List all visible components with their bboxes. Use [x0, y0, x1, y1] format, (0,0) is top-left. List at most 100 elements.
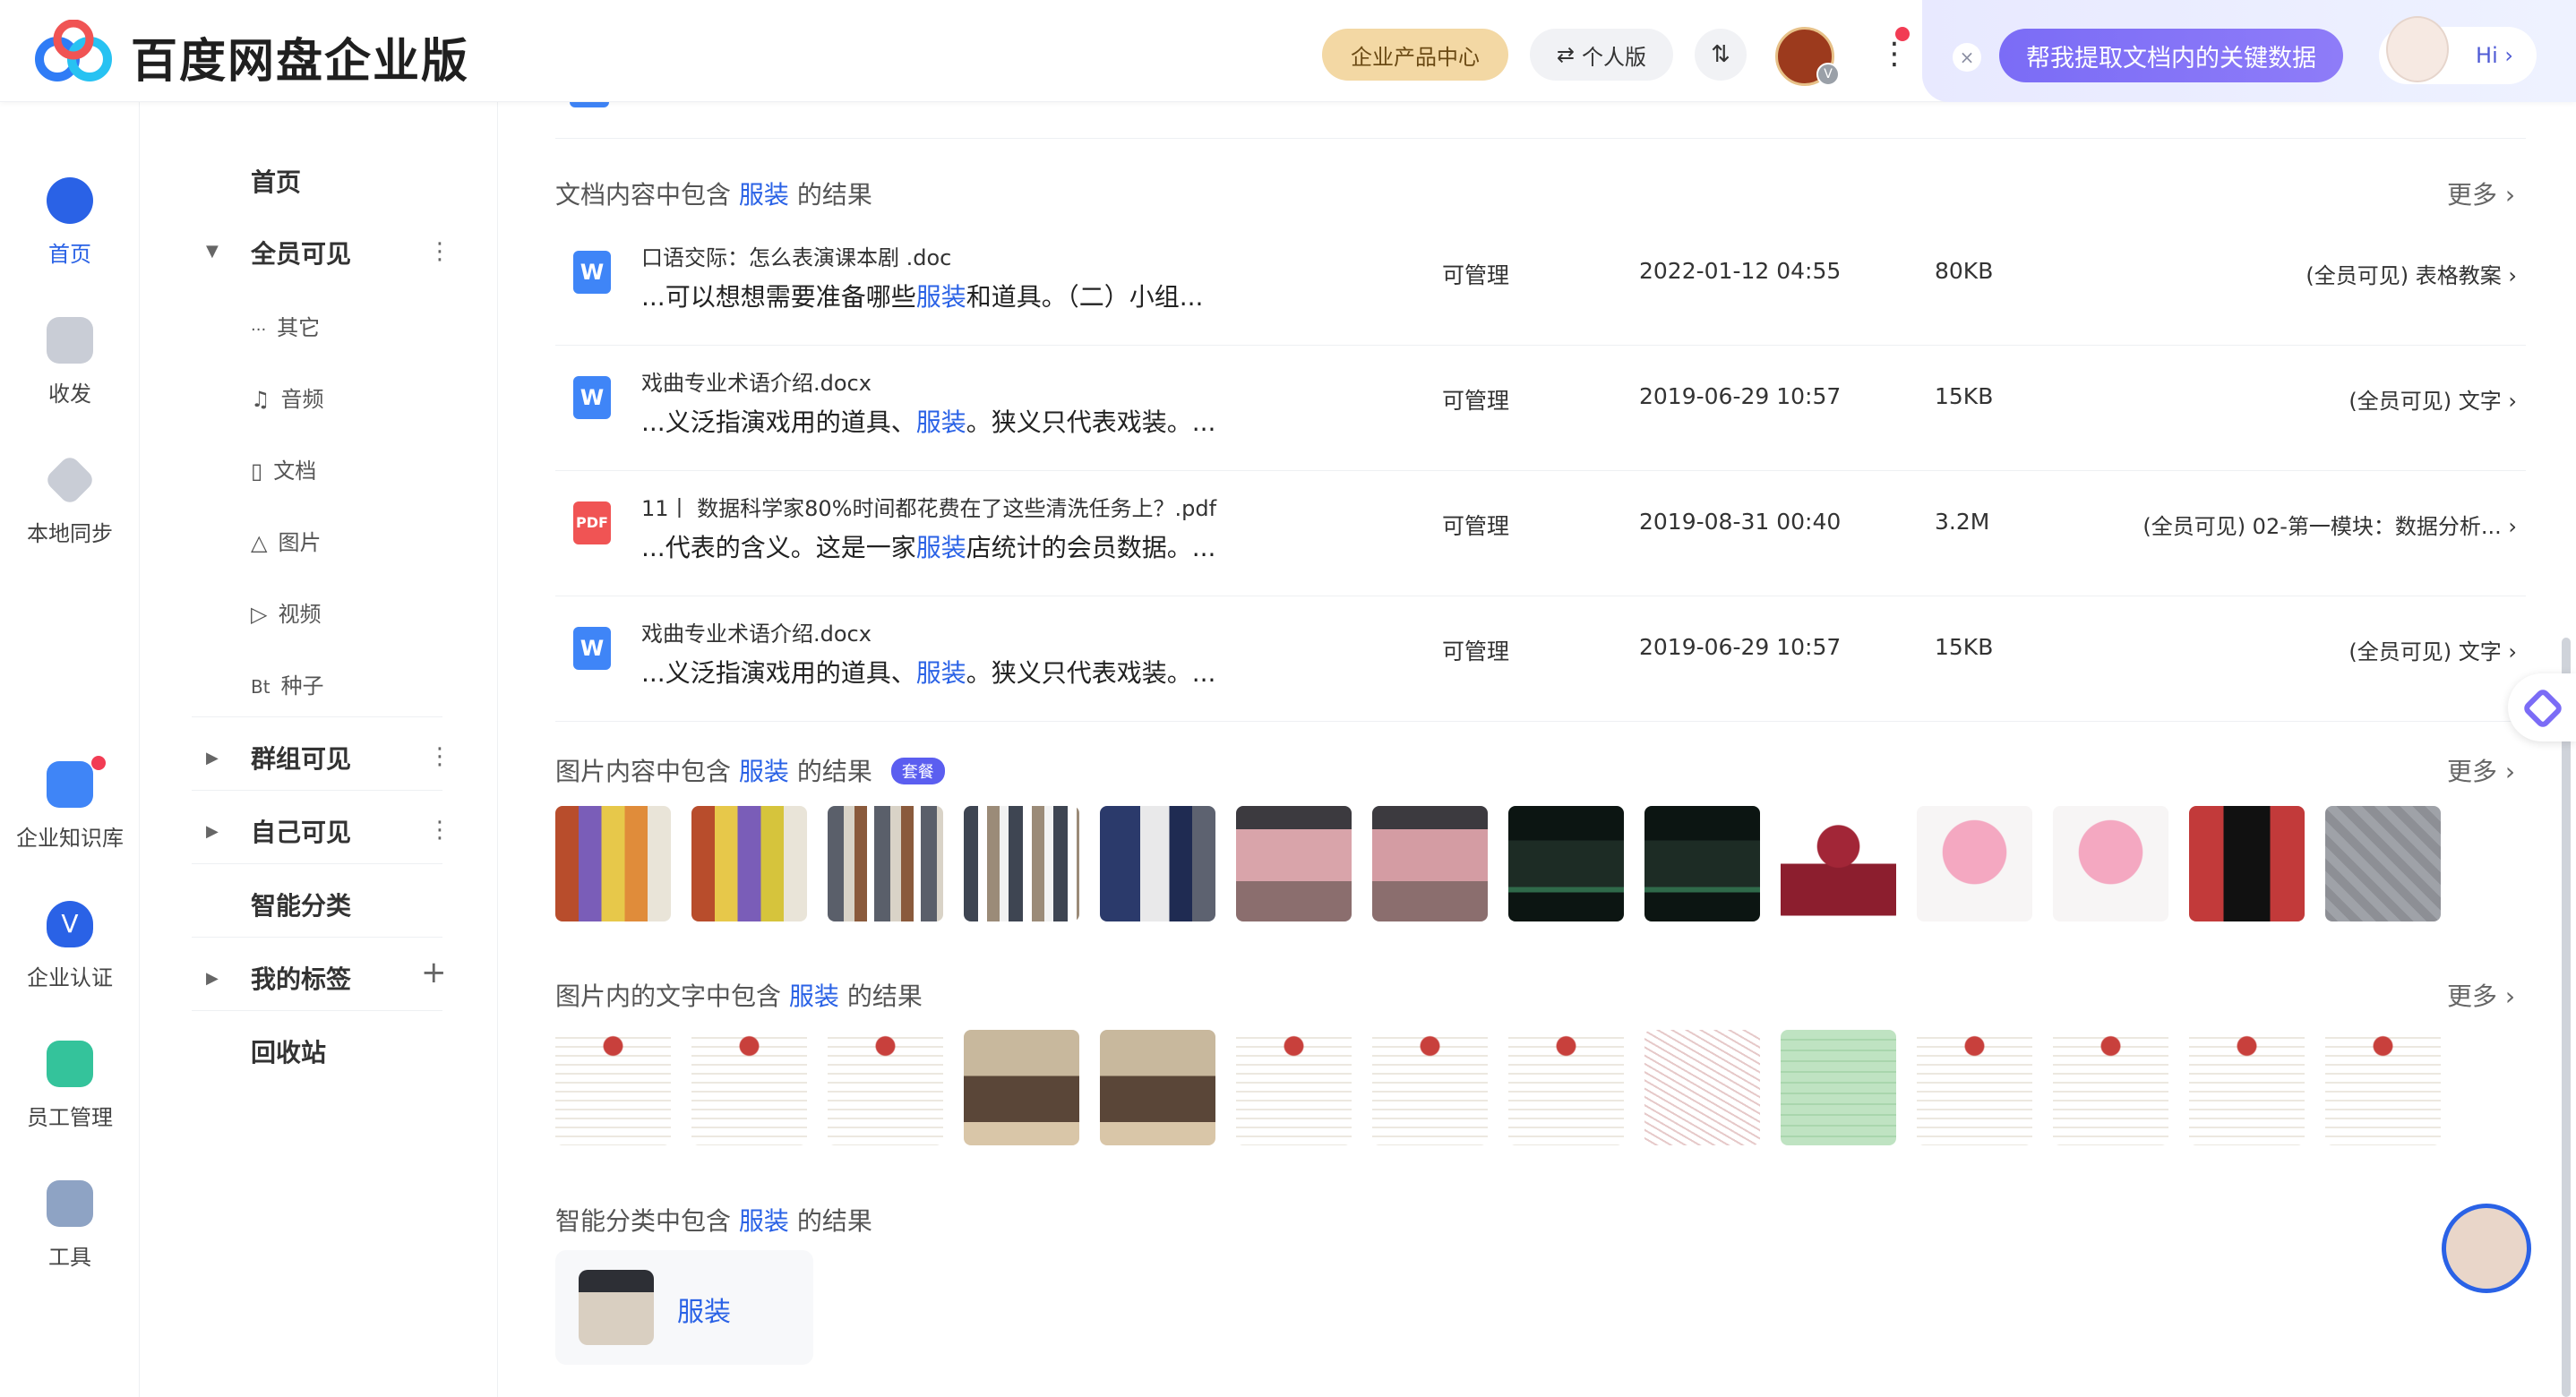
image-thumbnail[interactable] — [2053, 806, 2168, 921]
file-date: 2019-06-29 10:57 — [1639, 634, 1842, 660]
sidebar-sub-audio[interactable]: ♫ 音频 — [251, 381, 324, 413]
sidebar-sub-document[interactable]: ▯ 文档 — [251, 453, 316, 484]
sub-label: 音频 — [280, 387, 324, 412]
product-center-button[interactable]: 企业产品中心 — [1322, 29, 1508, 81]
divider — [192, 863, 442, 864]
license-thumbnail[interactable] — [1236, 1030, 1352, 1145]
expand-arrow-icon[interactable]: ▶ — [206, 749, 219, 767]
license-thumbnail[interactable] — [2053, 1030, 2168, 1145]
image-more-link[interactable]: 更多 › — [2447, 752, 2515, 788]
image-text-more-link[interactable]: 更多 › — [2447, 977, 2515, 1013]
license-thumbnail[interactable] — [691, 1030, 807, 1145]
more-options-icon[interactable]: ⋮ — [428, 743, 451, 770]
floating-app-icon[interactable] — [2508, 673, 2576, 741]
doc-result-row[interactable]: W 口语交际：怎么表演课本剧 .doc ...可以想想需要准备哪些服装和道具。（二）… — [555, 220, 2526, 346]
file-location[interactable]: (全员可见) 02-第一模块：数据分析... › — [2142, 509, 2517, 540]
nav-home[interactable]: 首页 — [0, 177, 140, 268]
file-location[interactable]: (全员可见) 文字 › — [2348, 383, 2517, 415]
add-tag-icon[interactable]: + — [421, 955, 447, 990]
nav-knowledge-base[interactable]: 企业知识库 — [0, 761, 140, 852]
more-menu-icon[interactable]: ⋮ — [1879, 36, 1910, 72]
file-size: 15KB — [1935, 383, 1994, 409]
expand-arrow-icon[interactable]: ▶ — [206, 969, 219, 988]
sidebar-sub-other[interactable]: ··· 其它 — [251, 310, 320, 341]
sidebar-smart-category[interactable]: 智能分类 — [251, 887, 351, 922]
file-name[interactable]: 口语交际：怎么表演课本剧 .doc — [641, 240, 951, 271]
file-name[interactable]: 戏曲专业术语介绍.docx — [641, 365, 872, 397]
license-thumbnail[interactable] — [1508, 1030, 1624, 1145]
notification-dot — [1895, 27, 1910, 41]
license-thumbnail[interactable] — [1917, 1030, 2032, 1145]
sidebar-home[interactable]: 首页 — [251, 163, 301, 199]
file-size: 15KB — [1935, 634, 1994, 660]
image-thumbnail[interactable] — [691, 806, 807, 921]
license-thumbnail[interactable] — [2325, 1030, 2441, 1145]
word-file-icon: W — [573, 376, 611, 419]
image-thumbnail[interactable] — [2325, 806, 2441, 921]
category-card[interactable]: 服装 — [555, 1250, 813, 1365]
nav-verify[interactable]: V 企业认证 — [0, 901, 140, 991]
doc-result-row[interactable]: W 戏曲专业术语介绍.docx ...义泛指演戏用的道具、服装。狭义只代表戏装。..… — [555, 596, 2526, 722]
image-thumbnail[interactable] — [964, 806, 1079, 921]
file-date: 2019-06-29 10:57 — [1639, 383, 1842, 409]
sidebar-self-visible[interactable]: 自己可见 — [251, 813, 351, 849]
more-options-icon[interactable]: ⋮ — [428, 817, 451, 844]
customer-service-avatar[interactable] — [2442, 1204, 2531, 1293]
collapse-arrow-icon[interactable]: ▼ — [206, 242, 219, 261]
more-options-icon[interactable]: ⋮ — [428, 238, 451, 265]
snippet-after: 。狭义只代表戏装。... — [966, 658, 1216, 688]
image-thumbnail[interactable] — [1508, 806, 1624, 921]
license-thumbnail[interactable] — [1372, 1030, 1488, 1145]
nav-send-receive[interactable]: 收发 — [0, 317, 140, 407]
license-thumbnail[interactable] — [555, 1030, 671, 1145]
doc-more-link[interactable]: 更多 › — [2447, 176, 2515, 211]
file-permission: 可管理 — [1442, 513, 1510, 539]
photo-thumbnail[interactable] — [1100, 1030, 1215, 1145]
nav-tools[interactable]: 工具 — [0, 1180, 140, 1271]
expand-arrow-icon[interactable]: ▶ — [206, 822, 219, 841]
sketch-thumbnail[interactable] — [1644, 1030, 1760, 1145]
photo-thumbnail[interactable] — [964, 1030, 1079, 1145]
image-thumbnail[interactable] — [555, 806, 671, 921]
document-thumbnail[interactable] — [1781, 1030, 1896, 1145]
sidebar-all-visible[interactable]: 全员可见 — [251, 235, 351, 270]
category-label: 服装 — [677, 1297, 731, 1328]
image-thumbnail[interactable] — [2189, 806, 2305, 921]
transfer-button[interactable]: ⇅ — [1695, 29, 1747, 81]
sidebar-sub-video[interactable]: ▷ 视频 — [251, 596, 321, 628]
doc-result-row[interactable]: W 戏曲专业术语介绍.docx ...义泛指演戏用的道具、服装。狭义只代表戏装。..… — [555, 346, 2526, 471]
file-location[interactable]: (全员可见) 文字 › — [2348, 634, 2517, 665]
image-thumbnail[interactable] — [1644, 806, 1760, 921]
file-name[interactable]: 11丨 数据科学家80%时间都花费在了这些清洗任务上？.pdf — [641, 491, 1216, 522]
license-thumbnail[interactable] — [2189, 1030, 2305, 1145]
sidebar-my-tags[interactable]: 我的标签 — [251, 960, 351, 996]
swap-link-icon: ⇄ — [1556, 42, 1576, 67]
scrollbar[interactable] — [2562, 638, 2571, 1397]
nav-local-sync[interactable]: 本地同步 — [0, 453, 140, 547]
image-thumbnail[interactable] — [1372, 806, 1488, 921]
sidebar-sub-torrent[interactable]: Bt 种子 — [251, 668, 324, 699]
file-permission: 可管理 — [1442, 639, 1510, 664]
image-thumbnail[interactable] — [1100, 806, 1215, 921]
doc-result-row[interactable]: PDF 11丨 数据科学家80%时间都花费在了这些清洗任务上？.pdf ...代表的… — [555, 471, 2526, 596]
sidebar-group-visible[interactable]: 群组可见 — [251, 740, 351, 776]
image-thumbnail[interactable] — [1781, 806, 1896, 921]
baidu-netdisk-logo[interactable] — [34, 20, 116, 82]
sync-icon — [43, 453, 97, 507]
close-icon[interactable]: × — [1953, 43, 1981, 72]
divider — [192, 790, 442, 791]
sidebar-recycle-bin[interactable]: 回收站 — [251, 1033, 326, 1069]
file-name[interactable]: 戏曲专业术语介绍.docx — [641, 616, 872, 647]
sidebar-sub-image[interactable]: △ 图片 — [251, 525, 321, 556]
file-location[interactable]: (全员可见) 表格教案 › — [2306, 258, 2517, 289]
ai-prompt-button[interactable]: 帮我提取文档内的关键数据 — [1999, 29, 2343, 82]
image-thumbnail[interactable] — [1917, 806, 2032, 921]
sub-label: 文档 — [273, 459, 317, 484]
image-section-title: 图片内容中包含 服装 的结果 套餐 — [555, 752, 945, 788]
image-thumbnail[interactable] — [828, 806, 943, 921]
personal-version-button[interactable]: ⇄ 个人版 — [1530, 29, 1673, 81]
ai-assistant-avatar[interactable] — [2386, 16, 2449, 82]
image-thumbnail[interactable] — [1236, 806, 1352, 921]
nav-staff[interactable]: 员工管理 — [0, 1041, 140, 1131]
license-thumbnail[interactable] — [828, 1030, 943, 1145]
